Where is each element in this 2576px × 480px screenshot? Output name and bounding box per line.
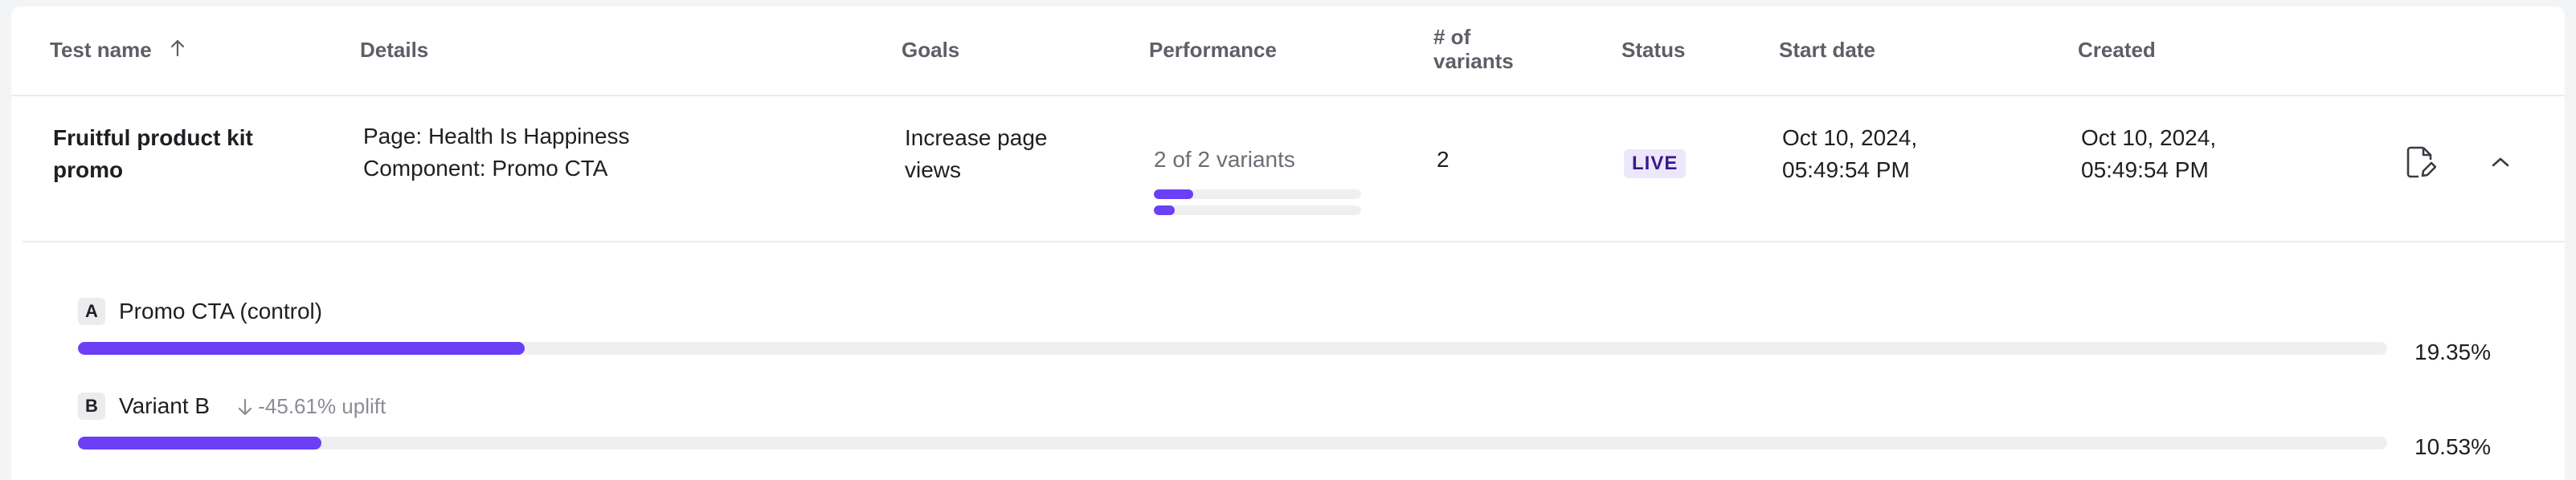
column-header-start-date[interactable]: Start date — [1779, 38, 1875, 62]
variant-b-bar-fill — [78, 437, 321, 449]
table-header: Test name Details Goals Performance # of… — [11, 6, 2565, 96]
details-component: Component: Promo CTA — [363, 156, 608, 181]
column-header-goals[interactable]: Goals — [902, 38, 959, 62]
variant-b-uplift-text: -45.61% uplift — [258, 394, 386, 418]
variants-count: 2 — [1437, 147, 1450, 172]
status-badge: LIVE — [1624, 149, 1687, 178]
chevron-up-icon[interactable] — [2481, 143, 2520, 181]
variant-b-name: Variant B — [119, 393, 211, 418]
variant-a-name: Promo CTA (control) — [119, 299, 323, 323]
variant-a-bar-fill — [78, 342, 525, 355]
column-label-line1: # of — [1433, 25, 1471, 49]
column-header-created[interactable]: Created — [2078, 38, 2156, 62]
column-label: Test name — [50, 38, 152, 62]
ab-test-table: Test name Details Goals Performance # of… — [11, 6, 2565, 480]
table-row[interactable]: Fruitful product kit promo Page: Health … — [11, 96, 2565, 241]
start-date-cell: Oct 10, 2024, 05:49:54 PM — [1782, 122, 1917, 186]
variant-b-percent: 10.53% — [2414, 434, 2491, 459]
performance-bar-b-fill — [1154, 205, 1175, 215]
created-cell: Oct 10, 2024, 05:49:54 PM — [2081, 122, 2216, 186]
variant-a-percent: 19.35% — [2414, 340, 2491, 364]
row-divider — [22, 241, 2565, 242]
variant-b-bar — [78, 437, 2387, 449]
test-name-cell[interactable]: Fruitful product kit promo — [53, 122, 253, 186]
column-label-line2: variants — [1433, 49, 1514, 73]
goals-cell: Increase page views — [905, 122, 1047, 186]
start-date-line2: 05:49:54 PM — [1782, 157, 1910, 182]
test-name-line1: Fruitful product kit — [53, 125, 253, 150]
performance-summary: 2 of 2 variants — [1154, 147, 1295, 172]
details-page: Page: Health Is Happiness — [363, 124, 630, 148]
column-header-num-variants[interactable]: # of variants — [1433, 25, 1514, 73]
created-line2: 05:49:54 PM — [2081, 157, 2209, 182]
column-header-details[interactable]: Details — [360, 38, 428, 62]
start-date-line1: Oct 10, 2024, — [1782, 125, 1918, 150]
edit-document-icon[interactable] — [2401, 143, 2439, 181]
arrow-up-icon[interactable] — [170, 38, 185, 62]
column-header-test-name[interactable]: Test name — [50, 38, 185, 62]
performance-bar-a-fill — [1154, 189, 1194, 199]
column-header-performance[interactable]: Performance — [1149, 38, 1277, 62]
column-header-status[interactable]: Status — [1621, 38, 1685, 62]
arrow-down-icon — [238, 394, 258, 418]
goals-line1: Increase page — [905, 125, 1048, 150]
performance-bar-b — [1154, 205, 1361, 215]
goals-line2: views — [905, 157, 962, 182]
variant-a-letter: A — [78, 298, 105, 325]
test-name-line2: promo — [53, 157, 124, 182]
variant-a-bar — [78, 342, 2387, 355]
variant-b-uplift: -45.61% uplift — [238, 393, 386, 420]
variant-b-letter: B — [78, 393, 105, 420]
details-cell: Page: Health Is Happiness Component: Pro… — [363, 120, 630, 185]
performance-bar-a — [1154, 189, 1361, 199]
created-line1: Oct 10, 2024, — [2081, 125, 2217, 150]
